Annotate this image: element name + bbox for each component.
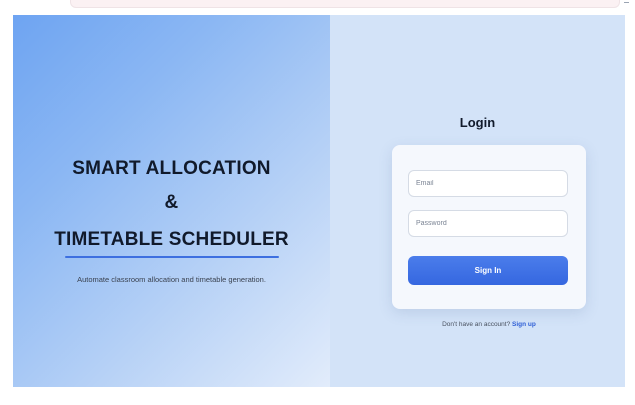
hero-tagline: Automate classroom allocation and timeta… [77, 275, 266, 284]
login-title: Login [459, 115, 496, 130]
signup-prompt: Don't have an account? Sign up [330, 321, 625, 328]
browser-top-strip [0, 0, 635, 14]
login-card: Sign In [392, 145, 586, 309]
address-bar[interactable] [70, 0, 620, 8]
minimize-icon[interactable] [624, 2, 629, 3]
hero-underline [65, 256, 279, 258]
hero-panel: SMART ALLOCATION & TIMETABLE SCHEDULER A… [13, 15, 330, 387]
sign-in-button[interactable]: Sign In [408, 256, 568, 285]
no-account-text: Don't have an account? [442, 321, 511, 328]
password-field[interactable] [408, 210, 568, 237]
hero-title-line-1: SMART ALLOCATION [72, 158, 271, 179]
hero-title-line-2: TIMETABLE SCHEDULER [54, 229, 289, 250]
email-field[interactable] [408, 170, 568, 197]
sign-up-link[interactable]: Sign up [512, 321, 536, 328]
login-page: SMART ALLOCATION & TIMETABLE SCHEDULER A… [13, 15, 625, 387]
hero-title-ampersand: & [164, 192, 179, 213]
login-panel: Login Sign In Don't have an account? Sig… [330, 15, 625, 387]
